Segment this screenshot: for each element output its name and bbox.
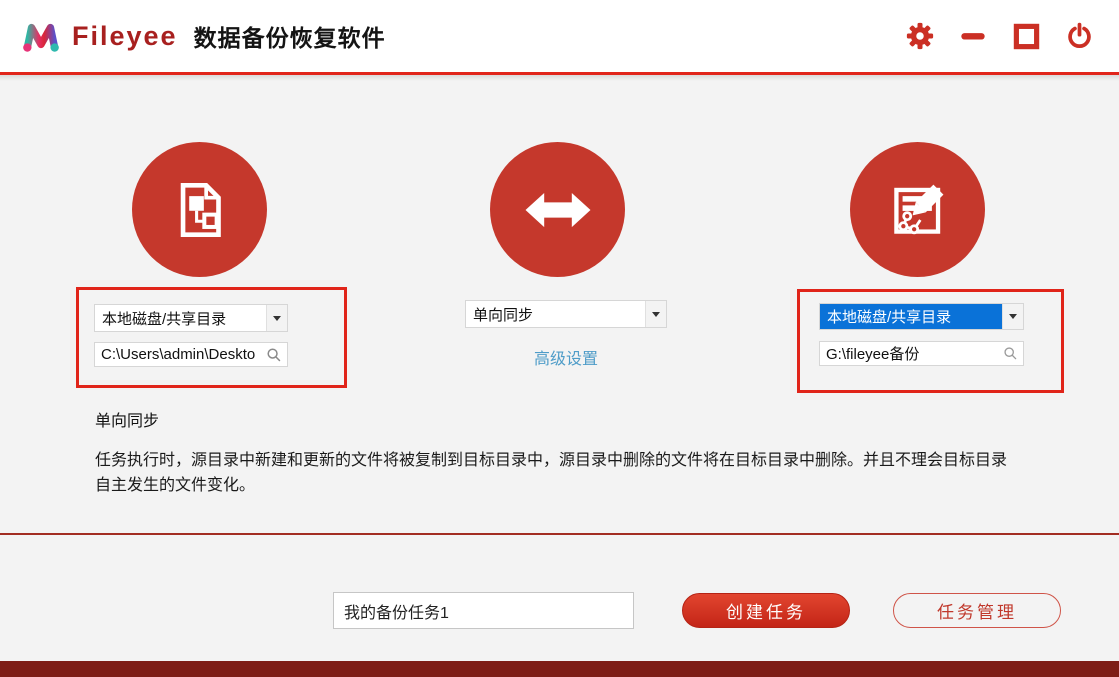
sync-mode-dropdown-button[interactable] bbox=[645, 301, 666, 327]
sync-description: 任务执行时，源目录中新建和更新的文件将被复制到目标目录中，源目录中删除的文件将在… bbox=[95, 448, 1007, 498]
source-step-circle bbox=[132, 142, 267, 277]
sync-mode-value: 单向同步 bbox=[466, 301, 645, 327]
sync-mode-label: 单向同步 bbox=[95, 407, 159, 431]
source-highlight-box bbox=[76, 287, 347, 388]
gear-icon bbox=[905, 21, 935, 51]
target-type-select[interactable]: 本地磁盘/共享目录 bbox=[819, 303, 1024, 330]
advanced-settings-link[interactable]: 高级设置 bbox=[465, 345, 667, 369]
app-logo-m bbox=[20, 15, 62, 57]
logo-dot-left bbox=[23, 43, 31, 51]
target-type-value: 本地磁盘/共享目录 bbox=[820, 304, 1002, 329]
source-type-value: 本地磁盘/共享目录 bbox=[95, 305, 266, 331]
dropdown-arrow-icon bbox=[273, 316, 281, 321]
task-manage-button[interactable]: 任务管理 bbox=[893, 593, 1061, 628]
settings-button[interactable] bbox=[904, 20, 936, 52]
source-path-input[interactable] bbox=[95, 346, 266, 363]
source-path-field bbox=[94, 342, 288, 367]
minimize-icon bbox=[959, 22, 987, 50]
logo-dot-right bbox=[50, 43, 58, 51]
search-icon[interactable] bbox=[1003, 346, 1018, 361]
source-file-icon bbox=[163, 173, 237, 247]
maximize-icon bbox=[1013, 23, 1040, 50]
sync-description-line2: 自主发生的文件变化。 bbox=[95, 473, 1007, 498]
sync-arrow-icon bbox=[519, 171, 597, 249]
sync-mode-select[interactable]: 单向同步 bbox=[465, 300, 667, 328]
target-path-field bbox=[819, 341, 1024, 366]
dropdown-arrow-icon bbox=[1009, 314, 1017, 319]
task-name-input[interactable] bbox=[333, 592, 634, 629]
app-window: Fileyee 数据备份恢复软件 bbox=[0, 0, 1119, 677]
target-path-input[interactable] bbox=[820, 345, 1003, 362]
brand-name: Fileyee bbox=[72, 21, 178, 52]
sync-step-circle bbox=[490, 142, 625, 277]
maximize-button[interactable] bbox=[1010, 20, 1042, 52]
minimize-button[interactable] bbox=[957, 20, 989, 52]
power-icon bbox=[1065, 22, 1094, 51]
bottom-accent-bar bbox=[0, 661, 1119, 677]
target-type-dropdown-button[interactable] bbox=[1002, 304, 1023, 329]
window-controls bbox=[904, 20, 1095, 52]
dropdown-arrow-icon bbox=[652, 312, 660, 317]
edit-document-icon bbox=[881, 173, 955, 247]
section-divider bbox=[0, 533, 1119, 535]
header-shadow bbox=[0, 75, 1119, 81]
create-task-button[interactable]: 创建任务 bbox=[682, 593, 850, 628]
target-step-circle bbox=[850, 142, 985, 277]
source-type-dropdown-button[interactable] bbox=[266, 305, 287, 331]
search-icon[interactable] bbox=[266, 347, 282, 363]
power-button[interactable] bbox=[1063, 20, 1095, 52]
source-type-select[interactable]: 本地磁盘/共享目录 bbox=[94, 304, 288, 332]
sync-description-line1: 任务执行时，源目录中新建和更新的文件将被复制到目标目录中，源目录中删除的文件将在… bbox=[95, 448, 1007, 473]
title-bar: Fileyee 数据备份恢复软件 bbox=[0, 0, 1119, 72]
product-title: 数据备份恢复软件 bbox=[194, 19, 386, 53]
